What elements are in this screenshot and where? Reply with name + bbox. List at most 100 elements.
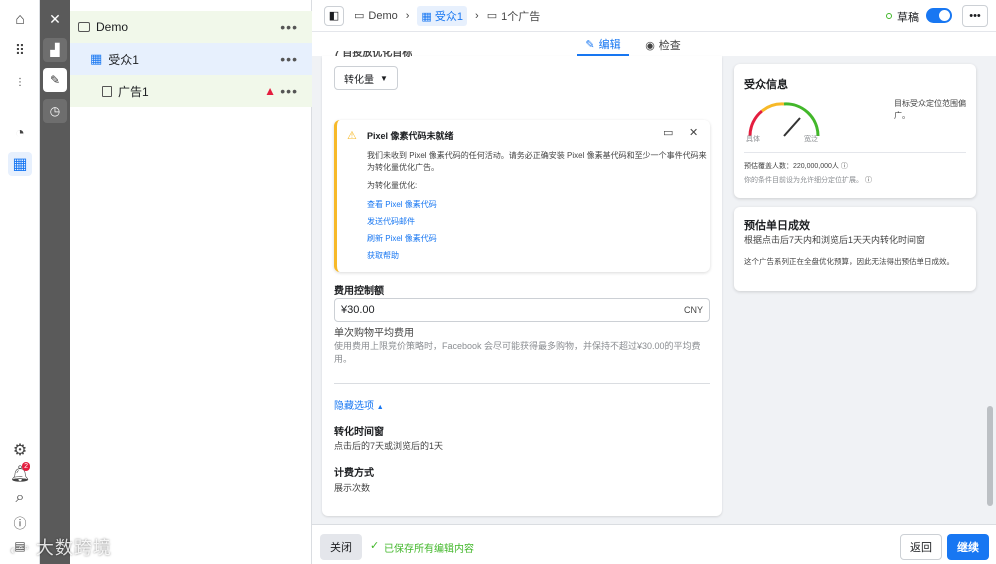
dashboard-gauge-icon[interactable]: ◔ (8, 122, 32, 146)
hide-options-label: 隐藏选项 (334, 401, 374, 412)
eye-icon: ◉ (645, 39, 655, 52)
billing-value: 展示次数 (334, 483, 371, 493)
adset-grid-icon: ▦ (90, 51, 103, 66)
tree-item-label: Demo (96, 20, 129, 34)
breadcrumb-adset[interactable]: ▦ 受众1 (417, 5, 468, 26)
check-icon: ✓ (370, 540, 380, 552)
audience-title: 受众信息 (744, 79, 788, 91)
email-code-link[interactable]: 发送代码邮件 (367, 216, 415, 227)
footer-bar: 关闭 ✓ 已保存所有编辑内容 返回 继续 (312, 524, 996, 564)
tool-strip: ✕ ▟ ✎ ◷ (40, 0, 70, 564)
folder-icon: ▭ (354, 10, 365, 22)
notice-subtitle: 为转化量优化: (367, 181, 418, 190)
pencil-icon: ✎ (585, 38, 595, 51)
back-button-label: 返回 (910, 542, 932, 554)
ads-manager-table-icon[interactable]: ▦ (8, 152, 32, 176)
window-value: 点击后的7天或浏览后的1天 (334, 441, 444, 451)
section-heading-cut: 7 目投放优化目标 (334, 51, 413, 59)
window-label: 转化时间窗 (334, 427, 384, 438)
continue-button[interactable]: 继续 (947, 534, 989, 560)
cost-cap-input[interactable]: ¥30.00 CNY (334, 298, 710, 322)
refresh-pixel-link[interactable]: 刷新 Pixel 像素代码 (367, 233, 437, 244)
pixel-warning-notice: ⚠ Pixel 像素代码未就绪 ▭ ✕ 我们未收到 Pixel 像素代码的任何活… (334, 120, 710, 272)
more-options-icon[interactable]: ••• (280, 19, 298, 35)
tree-item-adset[interactable]: ▦ 受众1 ••• (70, 43, 312, 75)
history-clock-icon[interactable]: ◷ (43, 99, 67, 123)
info-icon[interactable]: ⓘ (841, 163, 848, 170)
scrollbar-thumb[interactable] (987, 406, 993, 506)
apps-grid-icon[interactable]: ⠿ (8, 38, 32, 62)
close-button[interactable]: 关闭 (320, 534, 362, 560)
edit-tabs: ✎ 编辑 ◉ 检查 (312, 32, 996, 56)
gauge-right-label: 宽泛 (804, 136, 818, 143)
search-icon[interactable]: ⌕ (8, 486, 32, 510)
caret-down-icon: ▼ (380, 73, 388, 83)
breadcrumb: ▭ Demo › ▦ 受众1 › ▭ 1个广告 (354, 5, 540, 26)
more-options-icon[interactable]: ••• (280, 51, 298, 67)
status-dot-icon (886, 13, 892, 19)
close-button-label: 关闭 (330, 542, 352, 554)
estimate-subtitle: 根据点击后7天内和浏览后1天天内转化时间窗 (744, 235, 926, 245)
audience-card: 受众信息 具体 宽泛 目标受众定位范围偏广。 预估覆盖人数：220,000,00… (734, 64, 976, 198)
hide-options-link[interactable]: 隐藏选项 ▲ (334, 397, 384, 412)
more-menu-button[interactable]: ••• (962, 5, 988, 27)
settings-gear-icon[interactable]: ⚙ (8, 438, 32, 462)
tab-review-label: 检查 (658, 40, 681, 52)
watermark-logo-icon: ◐°° (10, 543, 30, 557)
optimization-value: 转化量 (344, 74, 375, 86)
cost-desc-title: 单次购物平均费用 (334, 328, 414, 339)
back-button[interactable]: 返回 (900, 534, 942, 560)
feedback-icon[interactable]: ▭ (663, 126, 673, 139)
tree-item-campaign[interactable]: Demo ••• (70, 11, 312, 43)
chevron-right-icon: › (475, 9, 479, 22)
tree-item-ad[interactable]: 广告1 ▲ ••• (70, 75, 312, 107)
view-pixel-link[interactable]: 查看 Pixel 像素代码 (367, 199, 437, 210)
warning-icon: ▲ (264, 84, 276, 98)
notifications-bell-icon[interactable]: 🔔︎ 2 (8, 462, 32, 486)
adset-grid-icon: ▦ (421, 10, 432, 23)
saved-status: 已保存所有编辑内容 (384, 544, 474, 555)
chevron-right-icon: › (405, 9, 410, 22)
breadcrumb-campaign[interactable]: Demo (368, 10, 397, 22)
ad-icon: ▭ (486, 10, 498, 22)
info-icon[interactable]: ⓘ (865, 177, 872, 184)
reach-text: 预估覆盖人数：220,000,000人 (744, 163, 839, 170)
optimization-dropdown[interactable]: 转化量 ▼ (334, 66, 398, 90)
watermark-text: 大数跨境 (35, 538, 112, 558)
toggle-panel-icon[interactable]: ◧ (324, 5, 344, 26)
top-bar: ◧ ▭ Demo › ▦ 受众1 › ▭ 1个广告 草稿 ••• (312, 0, 996, 32)
reach-note-text: 你的条件目前设为允许细分定位扩展。 (744, 177, 863, 184)
estimate-card: 预估单日成效 根据点击后7天内和浏览后1天天内转化时间窗 这个广告系列正在全盘优… (734, 207, 976, 291)
caret-up-icon: ▲ (376, 404, 384, 411)
tree-item-label: 广告1 (118, 84, 149, 99)
tab-edit[interactable]: ✎ 编辑 (577, 34, 629, 56)
breadcrumb-ad[interactable]: 1个广告 (501, 8, 540, 24)
scrollbar[interactable] (986, 56, 994, 516)
get-help-link[interactable]: 获取帮助 (367, 250, 399, 261)
gauge-left-label: 具体 (746, 136, 760, 143)
close-icon[interactable]: ✕ (689, 126, 698, 139)
cost-cap-label: 费用控制额 (334, 286, 384, 297)
chart-icon[interactable]: ▟ (43, 38, 67, 62)
home-icon[interactable]: ⌂ (8, 8, 32, 32)
notification-badge: 2 (22, 462, 30, 471)
continue-button-label: 继续 (957, 542, 979, 554)
folder-icon (78, 22, 90, 32)
close-icon[interactable]: ✕ (43, 7, 67, 31)
status-toggle[interactable] (926, 8, 952, 23)
campaign-tree: Demo ••• ▦ 受众1 ••• 广告1 ▲ ••• (70, 0, 312, 564)
divider (334, 383, 710, 384)
ad-icon (102, 85, 112, 97)
help-icon[interactable]: ⓘ (8, 510, 32, 534)
billing-label: 计费方式 (334, 468, 374, 479)
estimate-note: 这个广告系列正在全盘优化预算，因此无法得出预估单日成效。 (744, 257, 954, 266)
tree-item-label: 受众1 (108, 52, 139, 67)
estimate-title: 预估单日成效 (744, 220, 810, 232)
status-label: 草稿 (897, 12, 919, 24)
tab-review[interactable]: ◉ 检查 (638, 34, 688, 56)
more-options-icon[interactable]: ••• (280, 83, 298, 99)
edit-pencil-icon[interactable]: ✎ (43, 68, 67, 92)
watermark: ◐°° 大数跨境 (10, 534, 112, 560)
more-vertical-icon[interactable]: ⋮ (8, 70, 32, 94)
notice-body: 我们未收到 Pixel 像素代码的任何活动。请务必正确安装 Pixel 像素基代… (367, 151, 707, 172)
